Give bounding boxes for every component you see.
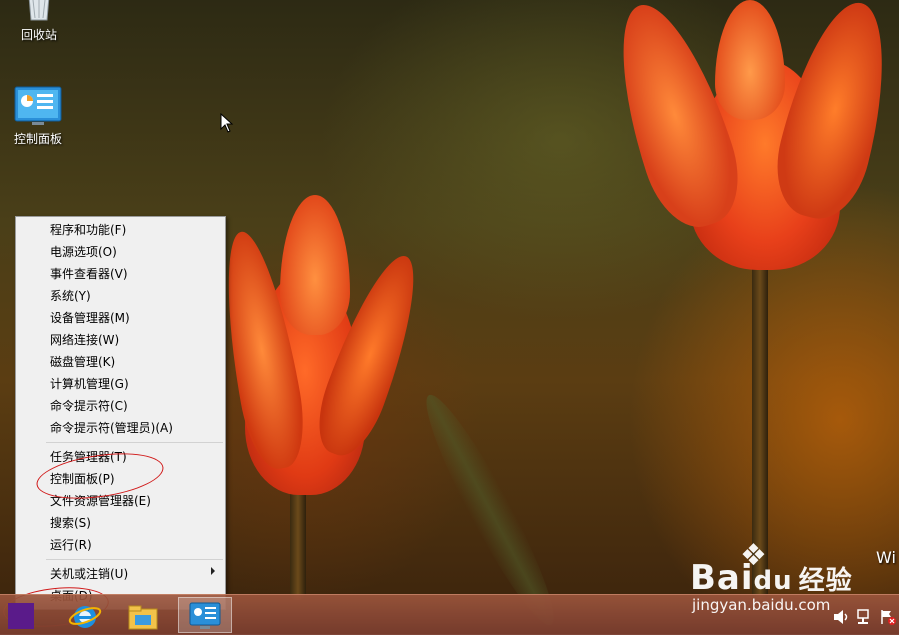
menu-item-shutdown-signout[interactable]: 关机或注销(U) (50, 564, 128, 584)
menu-item-run[interactable]: 运行(R) (50, 535, 92, 555)
menu-separator (46, 559, 223, 560)
watermark-brand-a: Bai (690, 558, 754, 598)
menu-item-computer-management[interactable]: 计算机管理(G) (50, 374, 129, 394)
taskbar-control-panel-button[interactable] (178, 597, 232, 633)
menu-item-network-connections[interactable]: 网络连接(W) (50, 330, 119, 350)
mouse-cursor-icon (220, 113, 234, 133)
menu-item-search[interactable]: 搜索(S) (50, 513, 91, 533)
menu-item-system[interactable]: 系统(Y) (50, 286, 91, 306)
file-explorer-icon (128, 605, 158, 630)
watermark-brand-cn: 经验 (798, 566, 853, 596)
flower-stem (290, 490, 306, 600)
windows-activation-text: Wi (876, 548, 896, 567)
tulip-petal (715, 0, 785, 120)
menu-item-device-manager[interactable]: 设备管理器(M) (50, 308, 130, 328)
taskbar-explorer-button[interactable] (120, 597, 170, 633)
menu-item-command-prompt[interactable]: 命令提示符(C) (50, 396, 128, 416)
recycle-bin-shortcut[interactable]: 回收站 (7, 0, 71, 43)
recycle-bin-icon (28, 0, 50, 21)
menu-item-programs-features[interactable]: 程序和功能(F) (50, 220, 126, 240)
speaker-icon[interactable] (832, 608, 850, 626)
desktop-icon-label: 回收站 (20, 28, 57, 42)
submenu-arrow-icon (211, 567, 215, 575)
menu-separator (46, 442, 223, 443)
control-panel-icon (189, 602, 221, 629)
menu-item-event-viewer[interactable]: 事件查看器(V) (50, 264, 128, 284)
watermark-url: jingyan.baidu.com (692, 596, 831, 614)
action-center-icon[interactable] (879, 608, 897, 626)
start-button[interactable] (6, 597, 40, 633)
power-user-menu: 程序和功能(F) 电源选项(O) 事件查看器(V) 系统(Y) 设备管理器(M)… (15, 216, 226, 610)
menu-item-command-prompt-admin[interactable]: 命令提示符(管理员)(A) (50, 418, 173, 438)
watermark-brand: Baidu 经验 (690, 558, 853, 598)
control-panel-shortcut[interactable]: 控制面板 (6, 86, 70, 147)
control-panel-icon (14, 86, 62, 125)
tulip-petal (280, 195, 350, 335)
menu-item-power-options[interactable]: 电源选项(O) (50, 242, 117, 262)
taskbar-ie-button[interactable] (60, 597, 110, 633)
internet-explorer-icon (68, 606, 102, 628)
start-icon (8, 603, 34, 629)
watermark-brand-b: du (753, 566, 793, 596)
network-icon[interactable] (856, 608, 874, 626)
menu-item-disk-management[interactable]: 磁盘管理(K) (50, 352, 115, 372)
desktop-icon-label: 控制面板 (13, 132, 62, 146)
